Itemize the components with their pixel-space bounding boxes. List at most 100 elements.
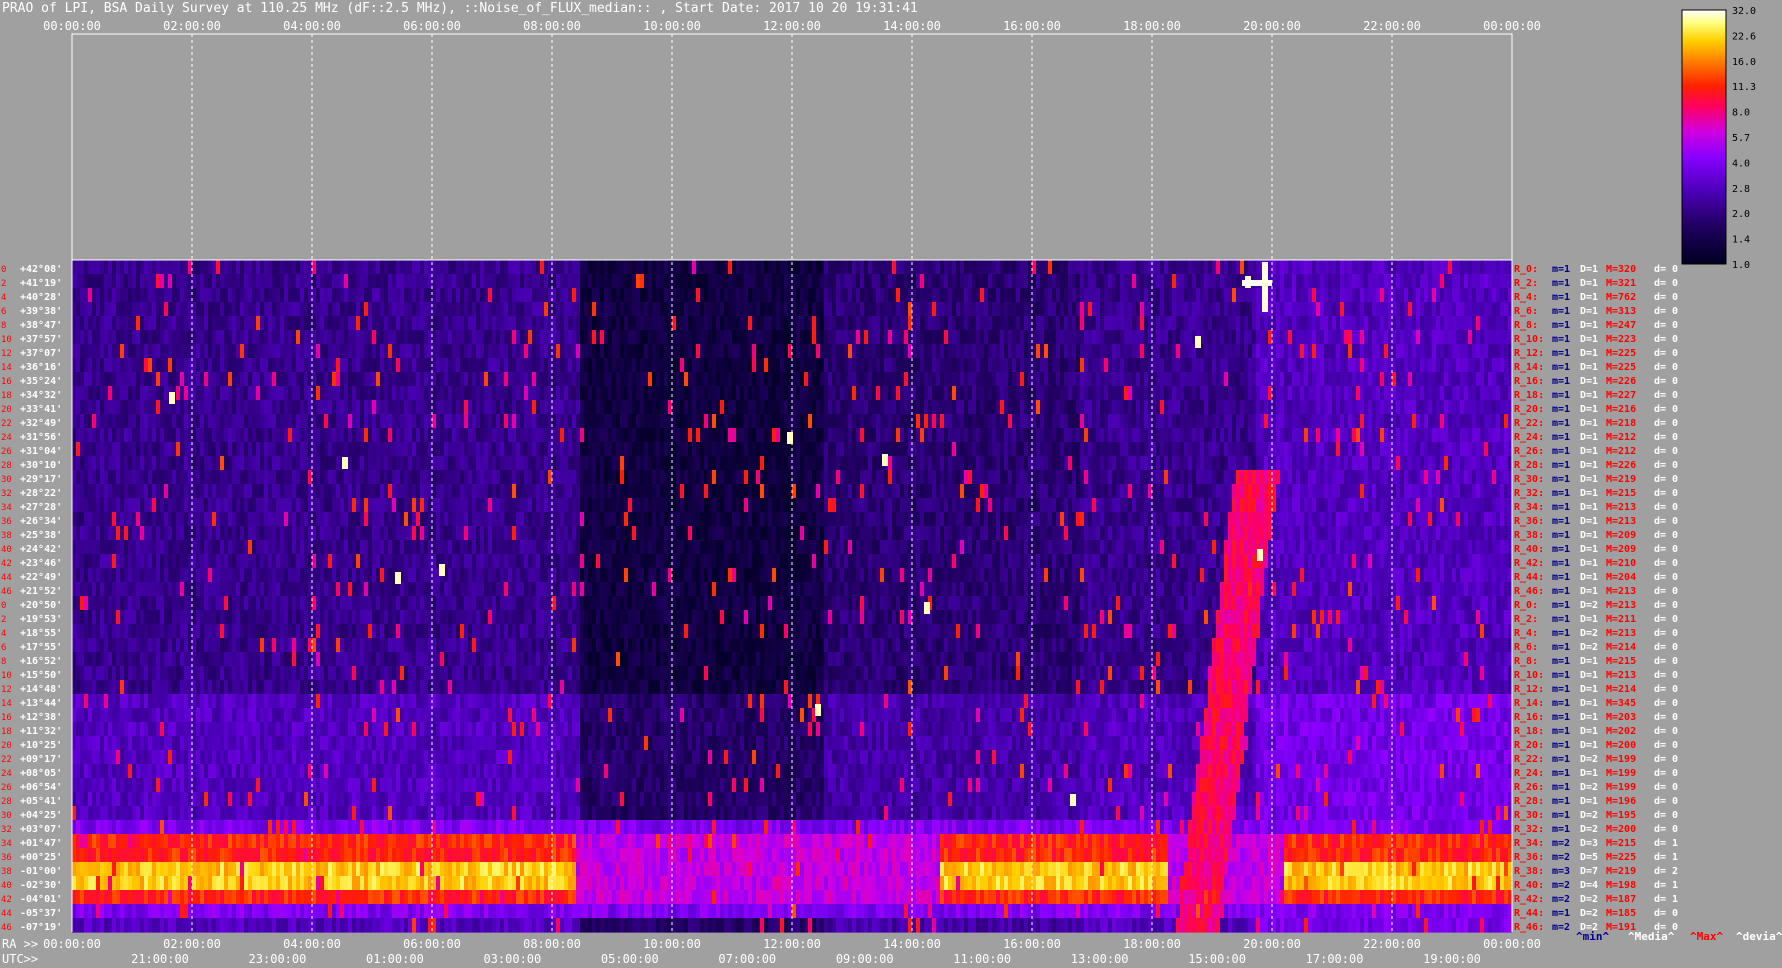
heatmap-cell: [1376, 260, 1380, 275]
heatmap-cell: [508, 260, 512, 275]
heatmap-cell: [300, 260, 304, 275]
heatmap-cell: [144, 288, 148, 303]
heatmap-cell: [160, 274, 164, 289]
heatmap-cell: [72, 274, 76, 289]
heatmap-cell: [244, 442, 248, 457]
heatmap-cell: [900, 288, 904, 303]
heatmap-cell: [856, 386, 860, 401]
heatmap-cell: [112, 260, 116, 275]
heatmap-cell: [512, 274, 516, 289]
heatmap-cell: [664, 442, 668, 457]
heatmap-cell: [260, 274, 264, 289]
heatmap-cell: [840, 358, 844, 373]
heatmap-cell: [636, 386, 640, 401]
heatmap-cell: [164, 344, 168, 359]
heatmap-cell: [716, 260, 720, 275]
heatmap-cell: [1292, 316, 1296, 331]
heatmap-cell: [88, 386, 92, 401]
heatmap-cell: [696, 428, 700, 443]
heatmap-cell: [800, 414, 804, 429]
heatmap-cell: [804, 414, 808, 429]
heatmap-cell: [136, 344, 140, 359]
heatmap-cell: [1408, 428, 1412, 443]
heatmap-cell: [940, 274, 944, 289]
heatmap-cell: [1204, 428, 1208, 443]
heatmap-cell: [272, 288, 276, 303]
heatmap-cell: [236, 358, 240, 373]
heatmap-cell: [712, 386, 716, 401]
heatmap-cell: [692, 316, 696, 331]
heatmap-cell: [1084, 316, 1088, 331]
heatmap-cell: [620, 344, 624, 359]
heatmap-cell: [192, 330, 196, 345]
heatmap-cell: [288, 428, 292, 443]
heatmap-cell: [964, 344, 968, 359]
heatmap-cell: [780, 358, 784, 373]
heatmap-cell: [1100, 428, 1104, 443]
heatmap-cell: [864, 302, 868, 317]
heatmap-cell: [488, 386, 492, 401]
heatmap-cell: [900, 260, 904, 275]
heatmap-cell: [180, 428, 184, 443]
heatmap-cell: [288, 302, 292, 317]
heatmap-cell: [1148, 386, 1152, 401]
heatmap-cell: [1188, 442, 1192, 457]
heatmap-cell: [1236, 372, 1240, 387]
heatmap-cell: [692, 358, 696, 373]
heatmap-cell: [100, 316, 104, 331]
heatmap-cell: [728, 414, 732, 429]
heatmap-cell: [1196, 372, 1200, 387]
heatmap-cell: [868, 428, 872, 443]
heatmap-cell: [588, 330, 592, 345]
heatmap-cell: [1016, 288, 1020, 303]
heatmap-cell: [912, 274, 916, 289]
heatmap-cell: [104, 358, 108, 373]
heatmap-cell: [304, 414, 308, 429]
heatmap-cell: [1072, 386, 1076, 401]
heatmap-cell: [416, 260, 420, 275]
heatmap-cell: [1376, 288, 1380, 303]
heatmap-cell: [432, 330, 436, 345]
heatmap-cell: [1476, 414, 1480, 429]
heatmap-cell: [1192, 442, 1196, 457]
heatmap-cell: [648, 260, 652, 275]
heatmap-cell: [952, 428, 956, 443]
heatmap-cell: [444, 400, 448, 415]
heatmap-cell: [176, 358, 180, 373]
heatmap-cell: [912, 302, 916, 317]
heatmap-cell: [564, 414, 568, 429]
heatmap-cell: [184, 274, 188, 289]
heatmap-cell: [1356, 302, 1360, 317]
heatmap-cell: [1440, 344, 1444, 359]
heatmap-cell: [1060, 288, 1064, 303]
heatmap-cell: [592, 372, 596, 387]
heatmap-cell: [108, 358, 112, 373]
heatmap-cell: [104, 414, 108, 429]
heatmap-cell: [696, 344, 700, 359]
heatmap-cell: [1112, 344, 1116, 359]
heatmap-cell: [768, 386, 772, 401]
heatmap-cell: [460, 260, 464, 275]
heatmap-cell: [1256, 428, 1260, 443]
heatmap-cell: [232, 400, 236, 415]
heatmap-cell: [404, 274, 408, 289]
heatmap-cell: [652, 316, 656, 331]
heatmap-cell: [1040, 428, 1044, 443]
heatmap-cell: [1340, 372, 1344, 387]
heatmap-cell: [1180, 400, 1184, 415]
heatmap-cell: [828, 372, 832, 387]
heatmap-cell: [456, 260, 460, 275]
heatmap-cell: [1104, 442, 1108, 457]
heatmap-cell: [1096, 358, 1100, 373]
heatmap-cell: [244, 400, 248, 415]
heatmap-cell: [1228, 442, 1232, 457]
heatmap-cell: [1324, 288, 1328, 303]
heatmap-cell: [180, 414, 184, 429]
heatmap-cell: [1148, 358, 1152, 373]
heatmap-cell: [696, 330, 700, 345]
heatmap-cell: [80, 442, 84, 457]
heatmap-cell: [456, 358, 460, 373]
heatmap-cell: [368, 442, 372, 457]
heatmap-cell: [1124, 344, 1128, 359]
heatmap-cell: [196, 358, 200, 373]
